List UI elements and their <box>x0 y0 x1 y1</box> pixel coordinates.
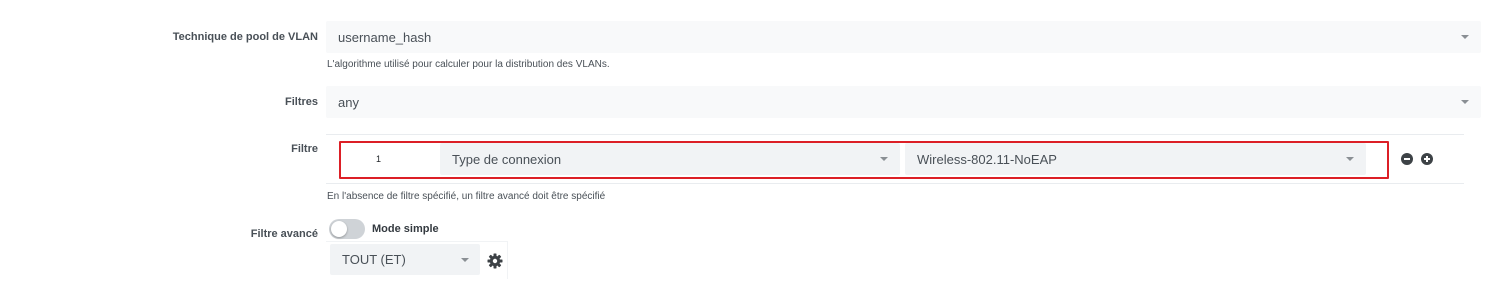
chevron-down-icon <box>880 157 888 161</box>
vlan-pool-select[interactable]: username_hash <box>326 21 1481 53</box>
filter-help: En l'absence de filtre spécifié, un filt… <box>327 191 606 202</box>
filters-label: Filtres <box>284 96 318 108</box>
chevron-down-icon <box>461 258 469 262</box>
filter-value-value: Wireless-802.11-NoEAP <box>917 151 1057 167</box>
plus-circle-icon[interactable] <box>1421 153 1433 165</box>
vlan-pool-help: L'algorithme utilisé pour calculer pour … <box>327 59 610 70</box>
toggle-knob <box>331 221 347 237</box>
filter-rule-index: 1 <box>376 154 382 164</box>
gear-icon[interactable] <box>487 253 503 269</box>
operator-value: TOUT (ET) <box>342 252 406 267</box>
minus-circle-icon[interactable] <box>1401 153 1413 165</box>
filter-type-select[interactable]: Type de connexion <box>440 143 900 175</box>
chevron-down-icon <box>1461 100 1469 104</box>
advanced-filter-label: Filtre avancé <box>250 228 318 240</box>
filter-value-select[interactable]: Wireless-802.11-NoEAP <box>905 143 1366 175</box>
filter-type-value: Type de connexion <box>452 151 562 167</box>
vlan-pool-value: username_hash <box>338 29 432 45</box>
filters-value: any <box>338 94 359 110</box>
chevron-down-icon <box>1461 35 1469 39</box>
filter-label: Filtre <box>291 143 318 155</box>
filters-select[interactable]: any <box>326 86 1481 118</box>
mode-label: Mode simple <box>372 223 439 235</box>
chevron-down-icon <box>1346 157 1354 161</box>
mode-toggle[interactable] <box>329 219 365 239</box>
vlan-pool-label: Technique de pool de VLAN <box>172 31 318 43</box>
operator-select[interactable]: TOUT (ET) <box>330 244 480 275</box>
